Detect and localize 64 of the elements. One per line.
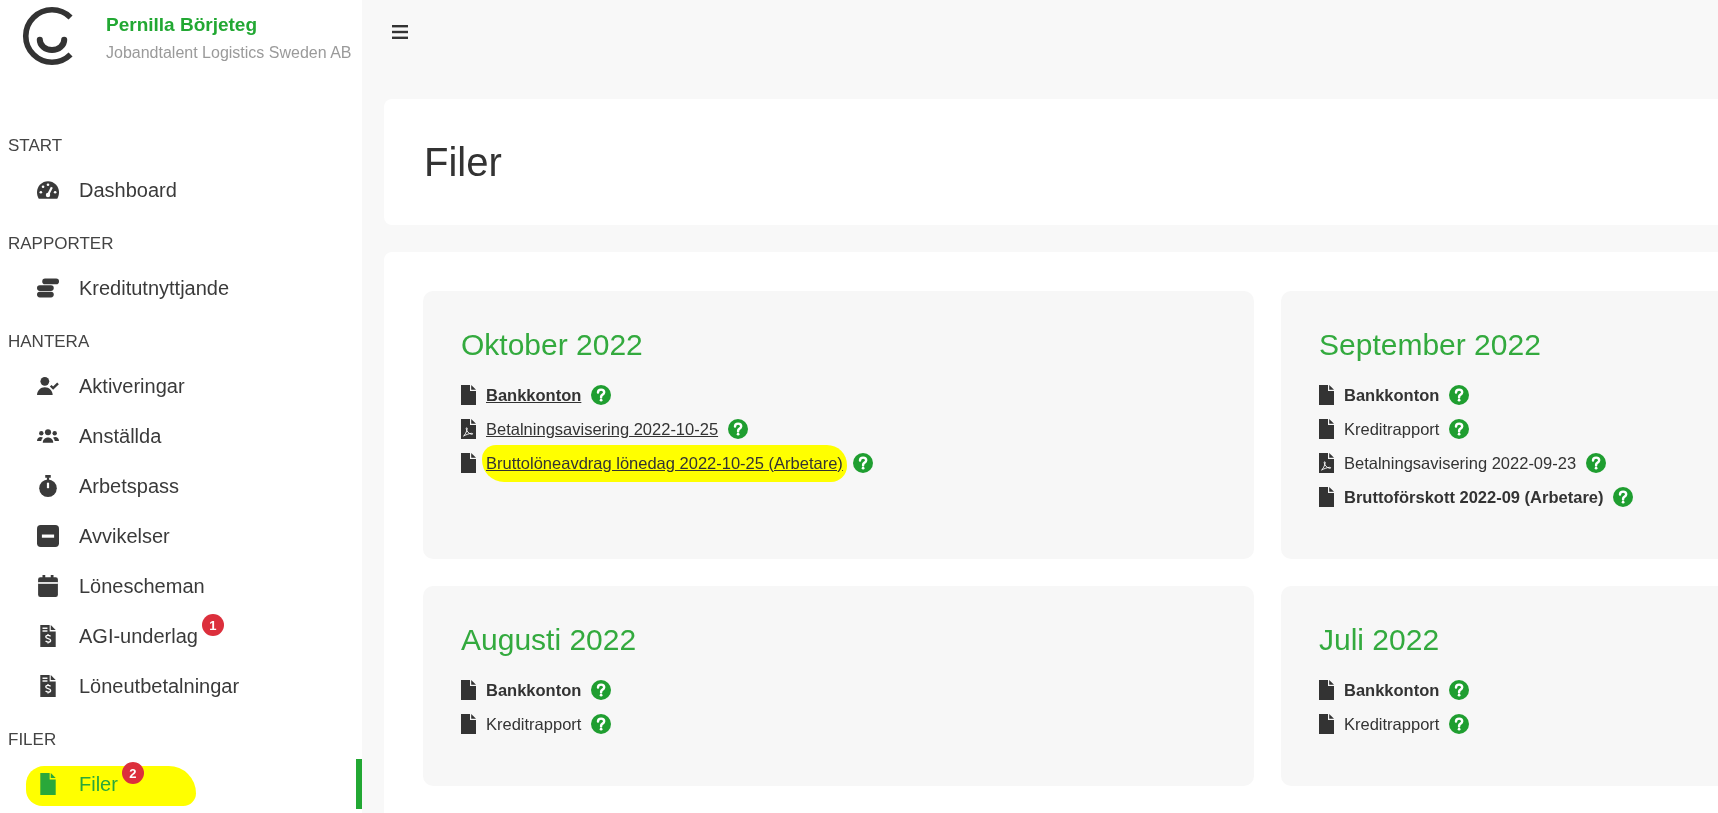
file-icon	[461, 680, 476, 700]
file-link[interactable]: Bruttolöneavdrag lönedag 2022-10-25 (Arbetare)	[486, 453, 843, 473]
user-check-icon	[37, 375, 59, 397]
file-link[interactable]: Bankkonton	[486, 680, 582, 700]
user-name: Pernilla Börjeteg	[106, 13, 258, 37]
minus-square-icon	[37, 525, 59, 547]
file-link[interactable]: Bankkonton	[486, 385, 582, 405]
help-icon[interactable]	[591, 385, 612, 405]
nav-item[interactable]: Avvikelser	[0, 511, 362, 561]
pdf-file-icon	[1319, 453, 1334, 473]
nav-item[interactable]: Lönescheman	[0, 561, 362, 611]
file-link[interactable]: Kreditrapport	[1344, 419, 1440, 439]
file-link[interactable]: Bruttoförskott 2022-09 (Arbetare)	[1344, 487, 1604, 507]
help-icon[interactable]	[1449, 680, 1470, 700]
file-icon	[461, 453, 476, 473]
menu-icon[interactable]	[392, 25, 408, 39]
notification-badge: 1	[201, 614, 224, 636]
help-icon[interactable]	[1449, 714, 1470, 734]
stopwatch-icon	[37, 475, 59, 497]
nav-item[interactable]: Filer 2	[0, 759, 362, 809]
file-link[interactable]: Betalningsavisering 2022-09-23	[1344, 453, 1577, 473]
nav-item[interactable]: Arbetspass	[0, 461, 362, 511]
file-icon	[461, 714, 476, 734]
company-name: Jobandtalent Logistics Sweden AB	[106, 43, 352, 63]
file-icon	[1319, 385, 1334, 405]
file-icon	[1319, 419, 1334, 439]
page-title: Filer	[424, 139, 502, 185]
help-icon[interactable]	[1449, 385, 1470, 405]
pdf-file-icon	[461, 419, 476, 439]
file-link[interactable]: Bankkonton	[1344, 385, 1440, 405]
file-link[interactable]: Kreditrapport	[486, 714, 582, 734]
file-icon	[1319, 714, 1334, 734]
help-icon[interactable]	[591, 714, 612, 734]
file-icon	[461, 385, 476, 405]
nav-item[interactable]: AGI-underlag 1	[0, 611, 362, 661]
month-heading: Oktober 2022	[461, 327, 644, 363]
invoice-icon	[37, 675, 59, 697]
calendar-icon	[37, 575, 59, 597]
month-heading: September 2022	[1319, 327, 1542, 363]
section-heading: FILER	[7, 729, 58, 751]
section-heading: HANTERA	[7, 331, 91, 353]
file-link[interactable]: Betalningsavisering 2022-10-25	[486, 419, 719, 439]
file-icon	[1319, 680, 1334, 700]
section-heading: RAPPORTER	[7, 233, 115, 255]
nav-item[interactable]: Anställda	[0, 411, 362, 461]
invoice-icon	[37, 625, 59, 647]
nav-item[interactable]: Löneutbetalningar	[0, 661, 362, 711]
nav-item[interactable]: Dashboard	[0, 165, 362, 215]
file-link[interactable]: Kreditrapport	[1344, 714, 1440, 734]
help-icon[interactable]	[1586, 453, 1607, 473]
coins-icon	[37, 277, 59, 299]
help-icon[interactable]	[1613, 487, 1634, 507]
help-icon[interactable]	[728, 419, 749, 439]
month-heading: Augusti 2022	[461, 622, 638, 658]
help-icon[interactable]	[852, 453, 873, 473]
month-heading: Juli 2022	[1319, 622, 1441, 658]
help-icon[interactable]	[1449, 419, 1470, 439]
file-icon	[1319, 487, 1334, 507]
section-heading: START	[7, 135, 64, 157]
nav-item[interactable]: Kreditutnyttjande	[0, 263, 362, 313]
help-icon[interactable]	[591, 680, 612, 700]
file-link[interactable]: Bankkonton	[1344, 680, 1440, 700]
nav-item[interactable]: Aktiveringar	[0, 361, 362, 411]
gauge-icon	[37, 179, 59, 201]
